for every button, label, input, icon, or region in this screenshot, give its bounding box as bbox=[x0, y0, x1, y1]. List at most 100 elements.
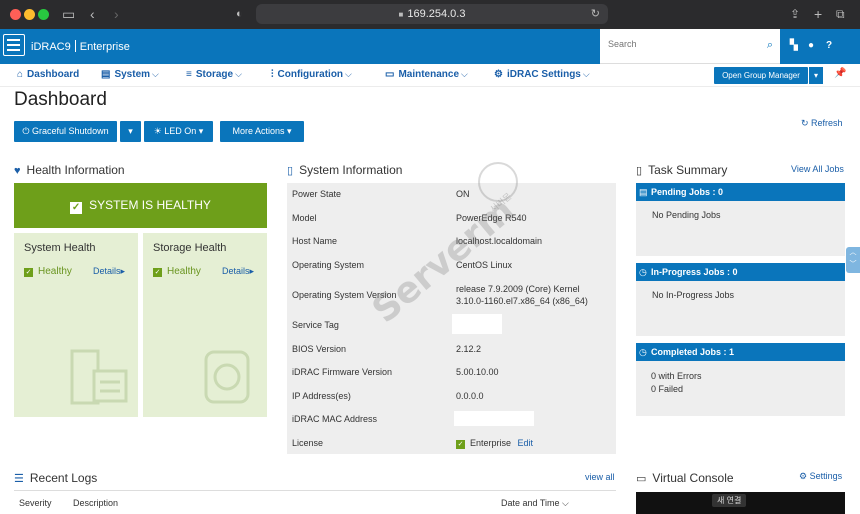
date-time-column-header[interactable]: Date and Time ⌵ bbox=[501, 498, 569, 509]
sysinfo-title-text: System Information bbox=[299, 163, 403, 177]
recent-logs-title-text: Recent Logs bbox=[29, 471, 98, 485]
power-options-dropdown-button[interactable]: ▾ bbox=[120, 121, 141, 142]
chevron-up-icon[interactable]: ︿ bbox=[846, 247, 860, 259]
url-text: 169.254.0.3 bbox=[407, 8, 466, 20]
minimize-window-button[interactable] bbox=[24, 9, 35, 20]
wrench-icon: ▭ bbox=[385, 69, 395, 80]
system-health-details-link[interactable]: Details▸ bbox=[93, 266, 125, 277]
list-icon: ▤ bbox=[639, 187, 648, 197]
close-window-button[interactable] bbox=[10, 9, 21, 20]
nav-maintenance-label: Maintenance bbox=[398, 69, 460, 80]
console-settings-link[interactable]: ⚙ Settings bbox=[799, 471, 842, 482]
nav-idrac-settings-label: iDRAC Settings bbox=[506, 69, 581, 80]
completed-jobs-header: ◷ Completed Jobs : 1 bbox=[636, 343, 845, 361]
completed-header-text: Completed Jobs : 1 bbox=[651, 347, 735, 357]
search-box: ⌕ bbox=[600, 29, 780, 64]
monitor-icon: ▭ bbox=[636, 473, 647, 485]
refresh-button[interactable]: ↻ Refresh bbox=[801, 118, 843, 129]
sysinfo-value: release 7.9.2009 (Core) Kernel 3.10.0-11… bbox=[456, 284, 588, 306]
chevron-down-icon: ⌵ bbox=[461, 69, 468, 79]
pending-jobs-text: No Pending Jobs bbox=[652, 210, 721, 220]
sidebar-icon[interactable]: ▭ bbox=[62, 5, 75, 23]
more-actions-button[interactable]: More Actions ▾ bbox=[220, 121, 304, 142]
mac-address-value bbox=[454, 411, 534, 426]
sysinfo-value: PowerEdge R540 bbox=[456, 213, 527, 223]
tab-overview-icon[interactable]: ⧉ bbox=[836, 5, 845, 23]
system-health-title: System Health bbox=[24, 242, 96, 254]
license-text: Enterprise bbox=[470, 438, 512, 448]
task-summary-title: ▯ Task Summary bbox=[636, 163, 727, 177]
unlock-icon[interactable]: ▚ bbox=[790, 40, 798, 51]
search-icon[interactable]: ⌕ bbox=[767, 39, 773, 52]
nav-system[interactable]: ▤ System ⌵ bbox=[101, 69, 159, 80]
nav-storage[interactable]: ≡ Storage ⌵ bbox=[186, 69, 242, 80]
database-icon: ≡ bbox=[186, 69, 192, 80]
nav-configuration-label: Configuration bbox=[277, 69, 344, 80]
disk-ghost-icon bbox=[204, 350, 250, 404]
maximize-window-button[interactable] bbox=[38, 9, 49, 20]
completed-errors-text: 0 with Errors bbox=[651, 371, 702, 381]
power-icon: ⏻ bbox=[22, 126, 33, 136]
chevron-down-icon: ⌵ bbox=[152, 69, 159, 79]
reload-icon[interactable]: ↻ bbox=[591, 4, 600, 24]
clipboard-icon: ▯ bbox=[636, 165, 643, 177]
back-icon[interactable]: ‹ bbox=[90, 5, 95, 23]
storage-health-title: Storage Health bbox=[153, 242, 227, 254]
home-icon: ⌂ bbox=[17, 69, 24, 80]
app-header: iDRAC9 Enterprise ⌕ ▚ ● ? bbox=[0, 29, 860, 64]
system-health-card: System Health ✓ Healthy Details▸ bbox=[14, 233, 138, 417]
sysinfo-label: iDRAC MAC Address bbox=[292, 414, 378, 424]
forward-icon[interactable]: › bbox=[114, 5, 119, 23]
system-details-label: Details bbox=[93, 266, 121, 276]
open-group-manager-button[interactable]: Open Group Manager bbox=[714, 67, 808, 84]
chevron-down-icon: ⌵ bbox=[235, 69, 242, 79]
sysinfo-label: BIOS Version bbox=[292, 344, 347, 354]
nav-maintenance[interactable]: ▭ Maintenance ⌵ bbox=[385, 69, 468, 80]
edit-license-link[interactable]: Edit bbox=[518, 438, 534, 448]
console-tooltip: 새 연결 bbox=[712, 494, 747, 507]
group-manager-dropdown-button[interactable]: ▾ bbox=[809, 67, 823, 84]
nav-idrac-settings[interactable]: ⚙ iDRAC Settings ⌵ bbox=[494, 69, 590, 80]
in-progress-header-text: In-Progress Jobs : 0 bbox=[651, 267, 738, 277]
pin-icon[interactable]: 📌 bbox=[834, 68, 846, 79]
scroll-nav-tab[interactable]: ︿ ﹀ bbox=[846, 247, 860, 273]
nav-dashboard[interactable]: ⌂ Dashboard bbox=[17, 69, 79, 80]
health-section-title: ♥ Health Information bbox=[14, 163, 125, 177]
clock-icon: ◷ bbox=[639, 347, 647, 357]
check-icon: ✓ bbox=[70, 202, 83, 214]
heartbeat-icon: ♥ bbox=[14, 165, 21, 177]
chevron-down-icon[interactable]: ﹀ bbox=[846, 259, 860, 271]
help-icon[interactable]: ? bbox=[826, 40, 832, 51]
virtual-console-title-text: Virtual Console bbox=[652, 471, 734, 485]
led-on-button[interactable]: ☀ LED On ▾ bbox=[144, 121, 213, 142]
sysinfo-section-title: ▯ System Information bbox=[287, 163, 402, 177]
shield-icon[interactable]: ◐ bbox=[236, 5, 243, 23]
share-icon[interactable]: ⇪ bbox=[790, 5, 800, 23]
sysinfo-label: Host Name bbox=[292, 236, 338, 246]
chevron-down-icon: ⌵ bbox=[345, 69, 352, 79]
user-icon[interactable]: ● bbox=[808, 40, 814, 51]
completed-failed-text: 0 Failed bbox=[651, 384, 684, 394]
search-input[interactable] bbox=[608, 39, 758, 49]
more-actions-label: More Actions bbox=[232, 126, 285, 136]
task-summary-title-text: Task Summary bbox=[648, 163, 728, 177]
address-bar[interactable]: ■ 169.254.0.3 ↻ bbox=[256, 4, 608, 24]
storage-health-details-link[interactable]: Details▸ bbox=[222, 266, 254, 277]
sysinfo-label: License bbox=[292, 438, 324, 448]
pending-jobs-header-text: Pending Jobs : 0 bbox=[651, 187, 724, 197]
sysinfo-label: Power State bbox=[292, 189, 342, 199]
view-all-logs-link[interactable]: view all bbox=[585, 472, 615, 482]
system-healthy-banner: ✓ SYSTEM IS HEALTHY bbox=[14, 183, 267, 228]
system-health-status-text: Healthy bbox=[38, 266, 72, 277]
server-icon: ▤ bbox=[101, 69, 111, 80]
completed-jobs-body: 0 with Errors 0 Failed bbox=[636, 361, 845, 396]
date-time-label: Date and Time bbox=[501, 498, 560, 508]
view-all-jobs-link[interactable]: View All Jobs bbox=[791, 164, 844, 174]
check-icon: ✓ bbox=[456, 440, 465, 449]
severity-column-header[interactable]: Severity bbox=[19, 498, 52, 508]
graceful-shutdown-button[interactable]: ⏻ Graceful Shutdown bbox=[14, 121, 117, 142]
new-tab-icon[interactable]: + bbox=[814, 5, 822, 23]
nav-configuration[interactable]: ⫶ Configuration ⌵ bbox=[271, 69, 352, 80]
sliders-icon: ⫶ bbox=[271, 69, 274, 80]
description-column-header[interactable]: Description bbox=[73, 498, 118, 508]
